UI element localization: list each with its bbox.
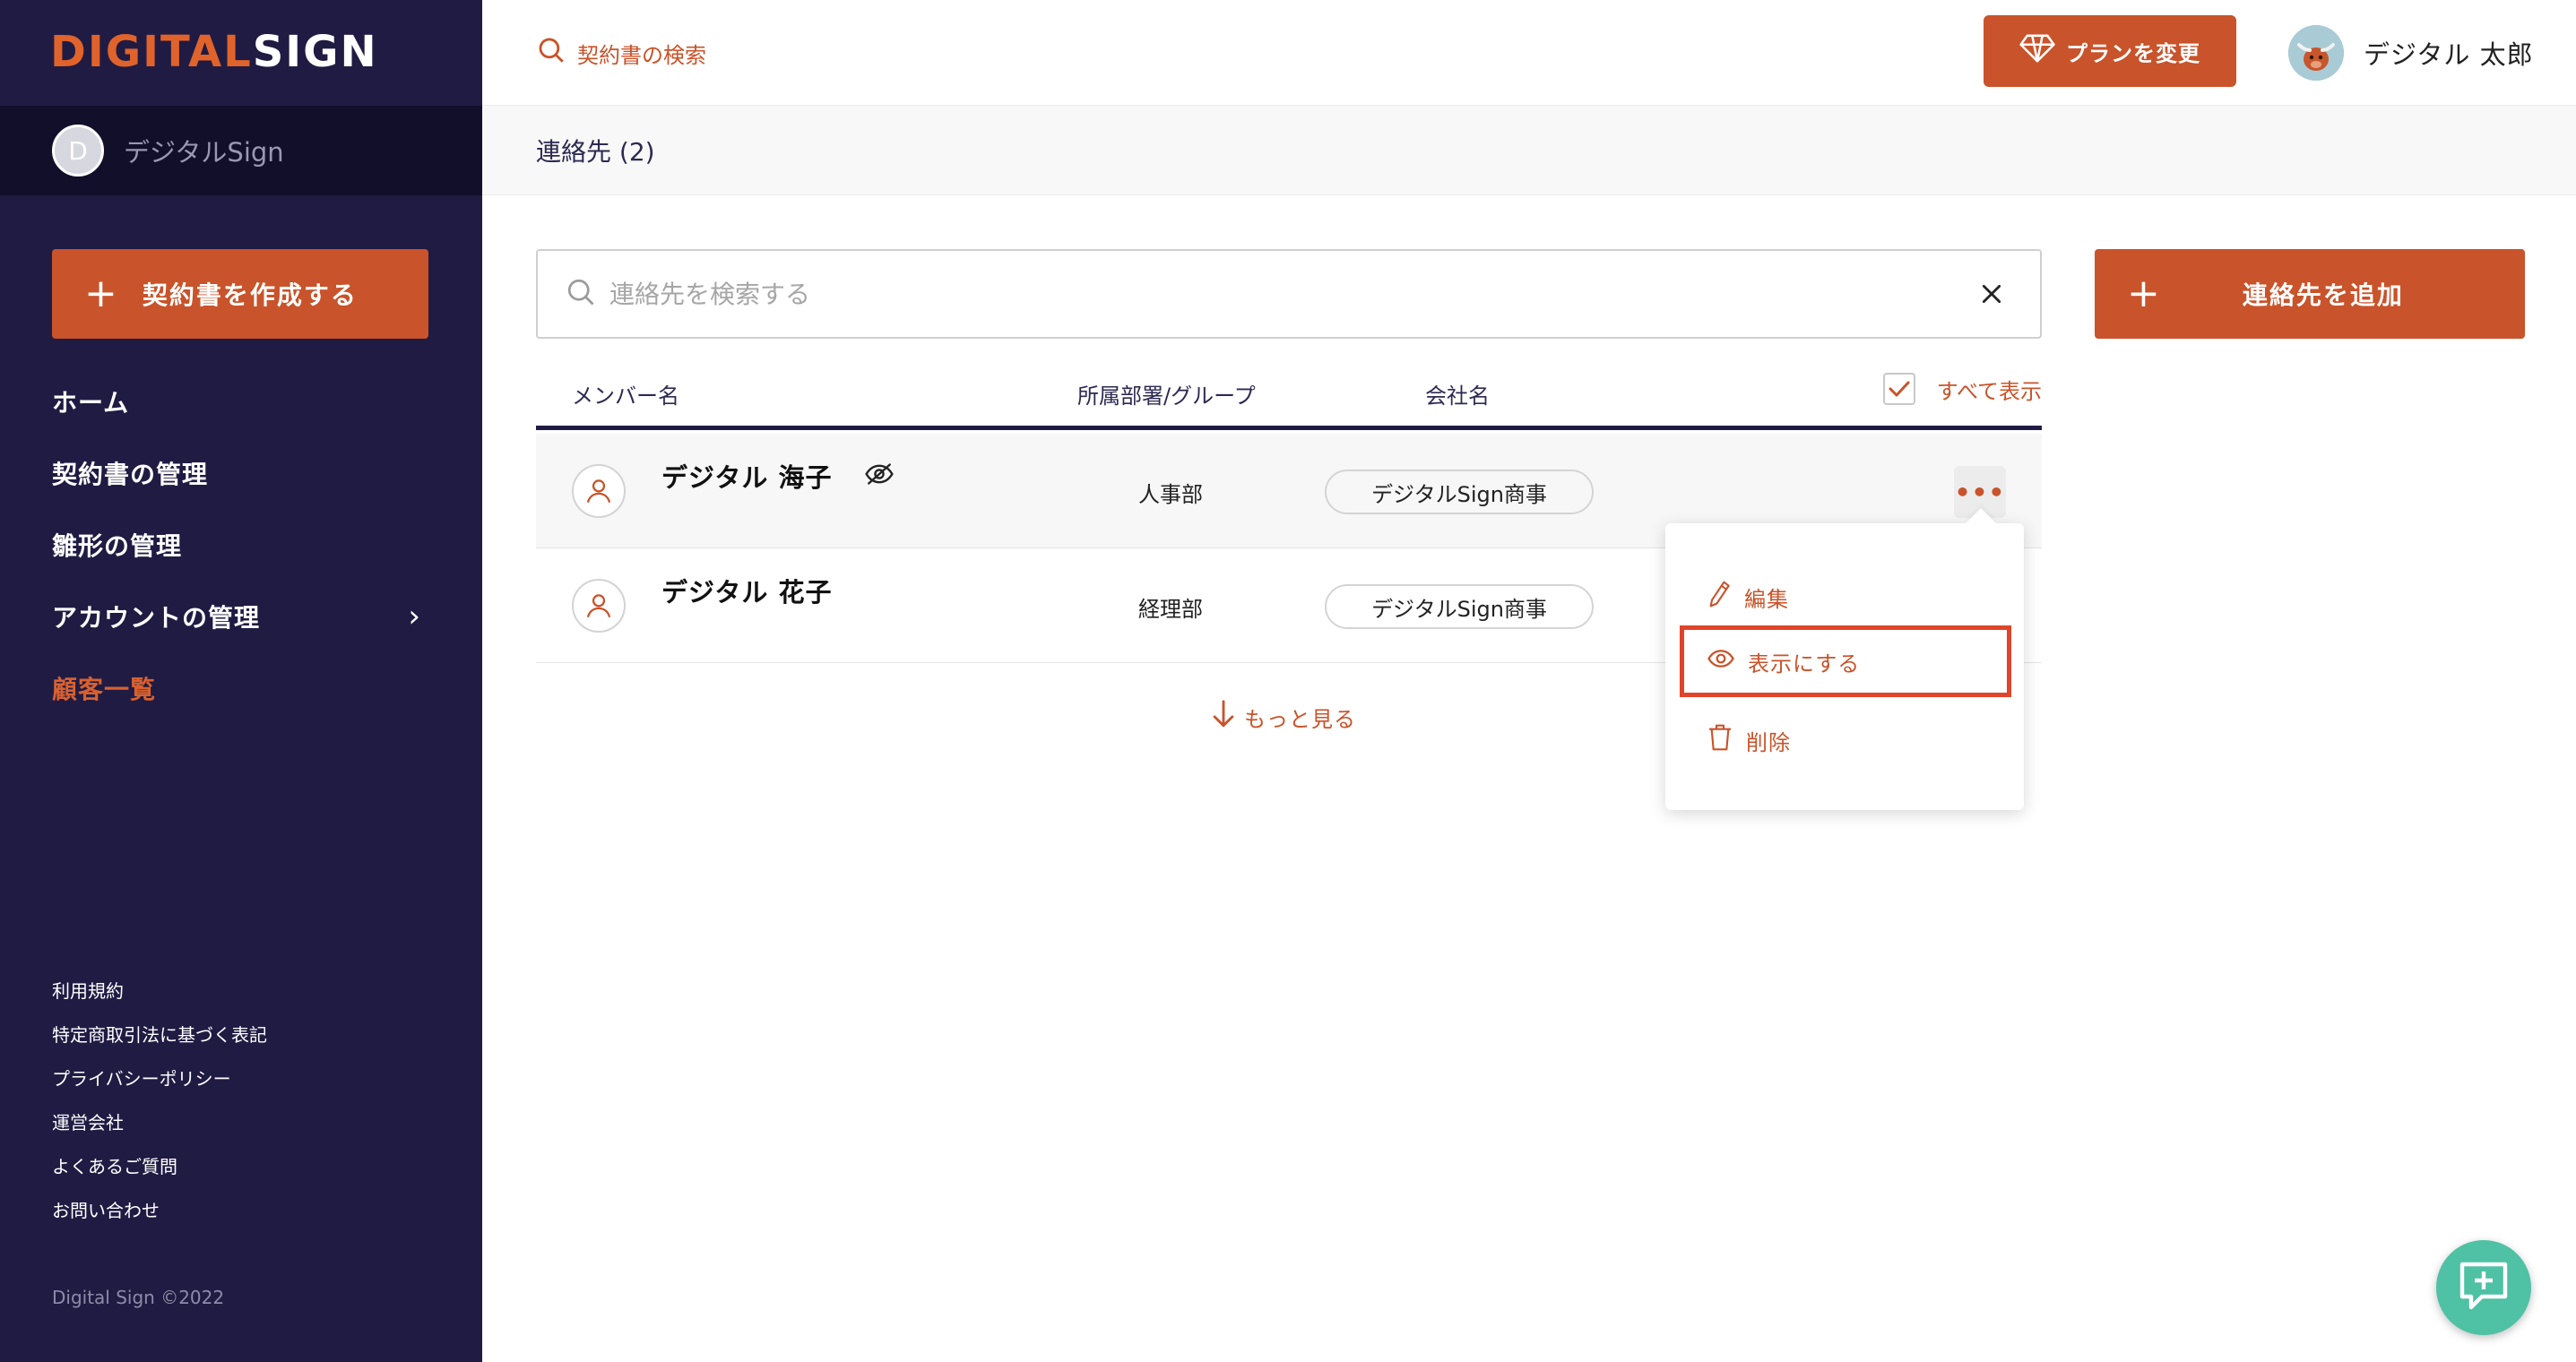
contact-department: 人事部: [1138, 482, 1203, 507]
row-context-menu: 編集 表示にする 削除: [1665, 523, 2024, 810]
create-contract-label: 契約書を作成する: [142, 280, 358, 310]
footer-link-terms[interactable]: 利用規約: [52, 968, 267, 1012]
arrow-down-icon: [1212, 699, 1235, 735]
close-icon[interactable]: [1974, 276, 2010, 312]
change-plan-button[interactable]: プランを変更: [1984, 15, 2236, 87]
contact-name: デジタル 海子: [661, 462, 833, 493]
eye-off-icon: [864, 461, 895, 491]
contract-search-label: 契約書の検索: [577, 42, 706, 68]
menu-item-show[interactable]: 表示にする: [1680, 625, 2011, 697]
pencil-icon: [1707, 580, 1732, 614]
footer-link-faq[interactable]: よくあるご質問: [52, 1143, 267, 1187]
footer-link-legal-notice[interactable]: 特定商取引法に基づく表記: [52, 1012, 267, 1056]
chat-support-button[interactable]: [2436, 1240, 2531, 1335]
sidebar-item-account[interactable]: アカウントの管理 ›: [52, 581, 428, 652]
person-icon: [572, 579, 626, 633]
sidebar-footer-links: 利用規約 特定商取引法に基づく表記 プライバシーポリシー 運営会社 よくあるご質…: [52, 968, 267, 1231]
sidebar-item-home[interactable]: ホーム: [52, 366, 428, 437]
column-header-company: 会社名: [1425, 384, 1490, 409]
show-all-label: すべて表示: [1936, 378, 2042, 404]
load-more-label: もっと見る: [1244, 706, 1356, 732]
contacts-table-header: メンバー名 所属部署/グループ 会社名 すべて表示: [536, 367, 2042, 430]
breadcrumb: 連絡先 (2): [482, 106, 2576, 195]
footer-link-privacy[interactable]: プライバシーポリシー: [52, 1056, 267, 1099]
create-contract-button[interactable]: + 契約書を作成する: [52, 249, 428, 339]
organization-switcher[interactable]: D デジタルSign: [0, 106, 482, 195]
search-icon: [565, 276, 597, 312]
user-avatar: [2288, 25, 2344, 81]
column-header-member: メンバー名: [572, 384, 679, 409]
copyright: Digital Sign ©2022: [52, 1287, 225, 1308]
eye-icon: [1707, 647, 1735, 676]
add-contact-button[interactable]: + 連絡先を追加: [2095, 249, 2525, 339]
sidebar-nav: ホーム 契約書の管理 雛形の管理 アカウントの管理 › 顧客一覧: [52, 366, 428, 724]
user-menu[interactable]: デジタル 太郎: [2288, 22, 2576, 84]
plus-icon: +: [2127, 271, 2162, 316]
sidebar-item-templates[interactable]: 雛形の管理: [52, 509, 428, 581]
footer-link-company[interactable]: 運営会社: [52, 1099, 267, 1143]
person-icon: [572, 464, 626, 518]
contact-name: デジタル 花子: [661, 577, 833, 608]
change-plan-label: プランを変更: [2066, 40, 2200, 66]
diamond-icon: [2019, 33, 2055, 69]
sidebar-item-contracts[interactable]: 契約書の管理: [52, 437, 428, 509]
menu-item-delete[interactable]: 削除: [1680, 704, 2011, 776]
search-icon: [536, 35, 566, 71]
menu-item-edit[interactable]: 編集: [1680, 561, 2011, 633]
column-header-department: 所属部署/グループ: [1077, 384, 1256, 409]
plus-icon: +: [84, 271, 119, 316]
page-title: 連絡先 (2): [536, 136, 655, 167]
contact-search-input[interactable]: [609, 279, 1974, 309]
contact-department: 経理部: [1138, 597, 1203, 622]
contract-search-link[interactable]: 契約書の検索: [536, 34, 706, 72]
add-contact-label: 連絡先を追加: [2242, 280, 2404, 310]
load-more-link[interactable]: もっと見る: [1212, 699, 1356, 735]
top-header: 契約書の検索 プランを変更 デジタル 太郎: [482, 0, 2576, 106]
chevron-right-icon: ›: [408, 599, 421, 634]
user-name: デジタル 太郎: [2364, 39, 2534, 70]
show-all-toggle[interactable]: すべて表示: [1882, 373, 2042, 405]
footer-link-contact[interactable]: お問い合わせ: [52, 1187, 267, 1231]
app-logo[interactable]: DIGITAL SIGN: [50, 27, 378, 77]
company-badge: デジタルSign商事: [1325, 470, 1594, 514]
organization-name: デジタルSign: [124, 137, 284, 168]
contact-search-box: [536, 249, 2042, 339]
company-badge: デジタルSign商事: [1325, 584, 1594, 629]
organization-avatar: D: [52, 125, 104, 177]
sidebar-item-customers[interactable]: 顧客一覧: [52, 652, 428, 724]
sidebar: DIGITAL SIGN D デジタルSign + 契約書を作成する ホーム 契約…: [0, 0, 482, 1362]
chat-plus-icon: [2457, 1259, 2511, 1316]
show-all-checkbox[interactable]: [1882, 373, 1915, 405]
trash-icon: [1707, 723, 1733, 757]
